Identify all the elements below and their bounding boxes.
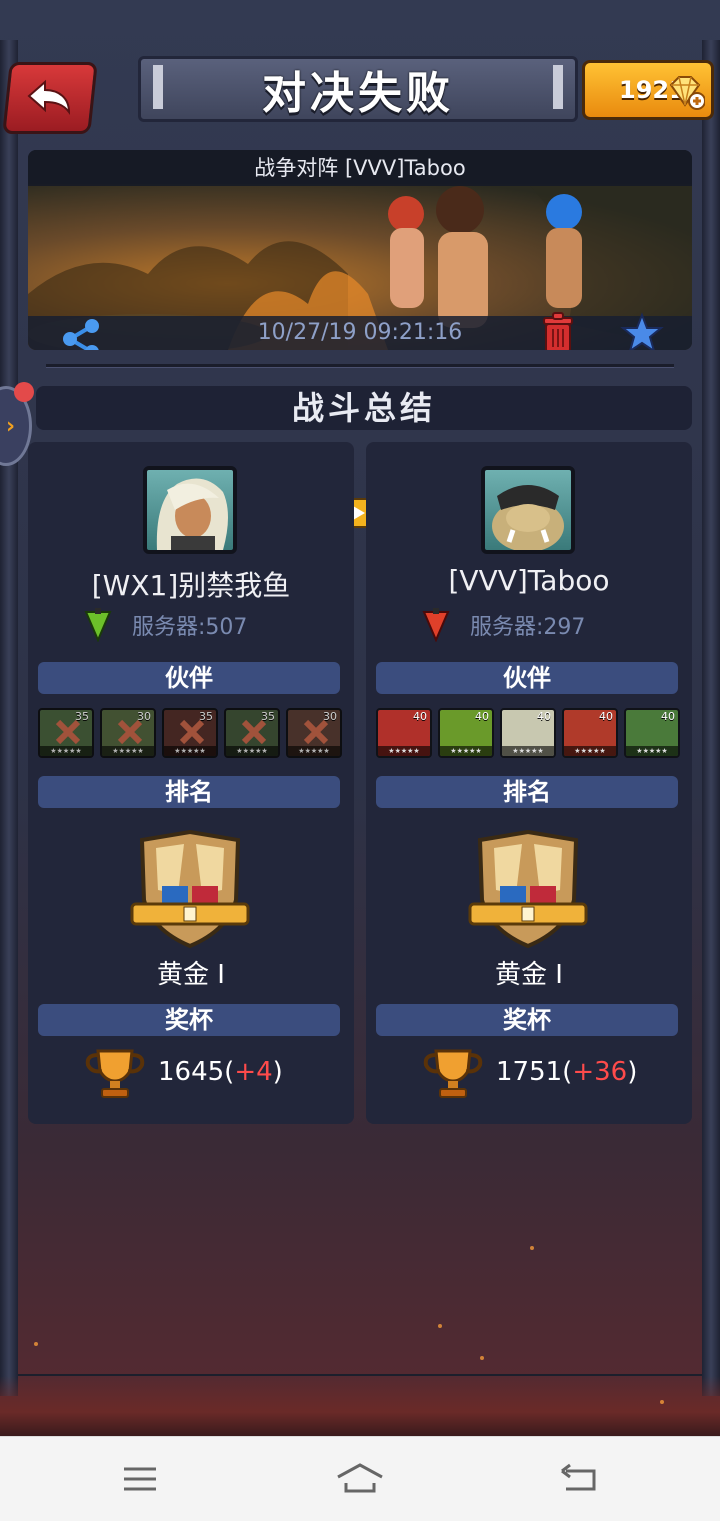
trophy-delta: +4	[234, 1057, 273, 1087]
player-avatar[interactable]	[143, 466, 237, 554]
trophy-count: 1751	[496, 1057, 563, 1087]
trophy-summary: 1645(+4)	[84, 1044, 283, 1100]
partner-hero[interactable]: 35 ★★★★★	[38, 708, 94, 758]
partner-hero[interactable]: 40 ★★★★★	[438, 708, 494, 758]
server-info: 服务器:297	[422, 608, 585, 642]
partner-hero[interactable]: 40 ★★★★★	[500, 708, 556, 758]
back-arrow-icon	[27, 79, 71, 116]
trophy-summary: 1751(+36)	[422, 1044, 637, 1100]
defeated-x-icon	[55, 719, 81, 745]
battle-replay-banner[interactable]: 战争对阵 [VVV]Taboo 10/27/19 09:21:16	[28, 150, 692, 350]
hero-stars: ★★★★★	[626, 746, 678, 756]
hero-stars: ★★★★★	[40, 746, 92, 756]
partner-list: 40 ★★★★★ 40 ★★★★★ 40 ★★★★★ 40 ★★★★★ 40 ★…	[376, 708, 680, 758]
gem-icon	[669, 76, 705, 110]
partner-hero[interactable]: 40 ★★★★★	[376, 708, 432, 758]
rank-header: 排名	[376, 776, 678, 808]
star-icon[interactable]	[620, 312, 664, 350]
trophy-header: 奖杯	[38, 1004, 340, 1036]
battle-timestamp: 10/27/19 09:21:16	[257, 320, 463, 345]
gold-rank-badge-icon	[130, 830, 250, 949]
player-card-right: [VVV]Taboo 服务器:297 伙伴 40 ★★★★★ 40 ★★★★★ …	[366, 442, 692, 1124]
back-button[interactable]	[2, 62, 98, 134]
player-avatar[interactable]	[481, 466, 575, 554]
team-flag-icon	[84, 608, 112, 642]
player-name: [VVV]Taboo	[448, 564, 610, 597]
chevron-right-icon: ›	[6, 414, 16, 439]
trophy-icon	[85, 1049, 145, 1098]
frame-border-right	[702, 40, 720, 1396]
hero-level: 40	[413, 710, 427, 723]
frame-border-bottom	[0, 1376, 720, 1436]
partner-hero[interactable]: 30 ★★★★★	[286, 708, 342, 758]
home-icon[interactable]	[334, 1459, 386, 1499]
server-info: 服务器:507	[84, 608, 247, 642]
trophy-delta: +36	[572, 1057, 628, 1087]
defeated-x-icon	[117, 719, 143, 745]
hero-stars: ★★★★★	[288, 746, 340, 756]
trophy-header: 奖杯	[376, 1004, 678, 1036]
partner-hero[interactable]: 40 ★★★★★	[562, 708, 618, 758]
partner-list: 35 ★★★★★ 30 ★★★★★ 35 ★★★★★ 35 ★★★★★ 30 ★…	[38, 708, 342, 758]
section-divider	[46, 364, 674, 368]
battle-summary-header: 战斗总结	[36, 386, 692, 430]
trophy-icon	[423, 1049, 483, 1098]
server-label: 服务器:297	[470, 615, 586, 640]
banner-footer: 10/27/19 09:21:16	[28, 312, 692, 350]
hero-level: 40	[599, 710, 613, 723]
system-navigation-bar	[0, 1436, 720, 1521]
partner-hero[interactable]: 40 ★★★★★	[624, 708, 680, 758]
hero-stars: ★★★★★	[502, 746, 554, 756]
hero-stars: ★★★★★	[102, 746, 154, 756]
player-card-left: [WX1]别禁我鱼 服务器:507 伙伴 35 ★★★★★ 30 ★★★★★ 3…	[28, 442, 354, 1124]
hero-stars: ★★★★★	[164, 746, 216, 756]
title-plate: 对决失败	[138, 56, 578, 122]
defeated-x-icon	[303, 719, 329, 745]
partners-header: 伙伴	[38, 662, 340, 694]
partner-hero[interactable]: 35 ★★★★★	[224, 708, 280, 758]
hero-level: 40	[661, 710, 675, 723]
hero-stars: ★★★★★	[564, 746, 616, 756]
page-title: 对决失败	[262, 68, 454, 119]
partners-header: 伙伴	[376, 662, 678, 694]
hero-stars: ★★★★★	[440, 746, 492, 756]
title-ornament-left	[153, 65, 163, 109]
defeated-x-icon	[179, 719, 205, 745]
defeated-x-icon	[241, 719, 267, 745]
hero-stars: ★★★★★	[226, 746, 278, 756]
title-ornament-right	[553, 65, 563, 109]
rank-header: 排名	[38, 776, 340, 808]
trophy-count: 1645	[158, 1057, 225, 1087]
notification-dot	[14, 382, 34, 402]
hero-level: 40	[537, 710, 551, 723]
banner-title: 战争对阵 [VVV]Taboo	[28, 150, 692, 186]
partner-hero[interactable]: 35 ★★★★★	[162, 708, 218, 758]
menu-icon[interactable]	[120, 1459, 160, 1499]
player-name: [WX1]别禁我鱼	[91, 569, 291, 602]
hero-level: 40	[475, 710, 489, 723]
gem-counter-button[interactable]: 1921	[582, 60, 714, 120]
share-icon[interactable]	[58, 316, 104, 350]
gold-rank-badge-icon	[468, 830, 588, 949]
partner-hero[interactable]: 30 ★★★★★	[100, 708, 156, 758]
back-icon[interactable]	[558, 1459, 602, 1499]
rank-name: 黄金 I	[495, 960, 563, 990]
trash-icon[interactable]	[538, 310, 578, 350]
team-flag-icon	[422, 608, 450, 642]
hero-stars: ★★★★★	[378, 746, 430, 756]
rank-name: 黄金 I	[157, 960, 225, 990]
game-frame: 对决失败 1921 战争对阵 [VVV]Taboo 10/27/19 09:21…	[0, 0, 720, 1436]
frame-border-left	[0, 40, 18, 1396]
server-label: 服务器:507	[132, 615, 248, 640]
